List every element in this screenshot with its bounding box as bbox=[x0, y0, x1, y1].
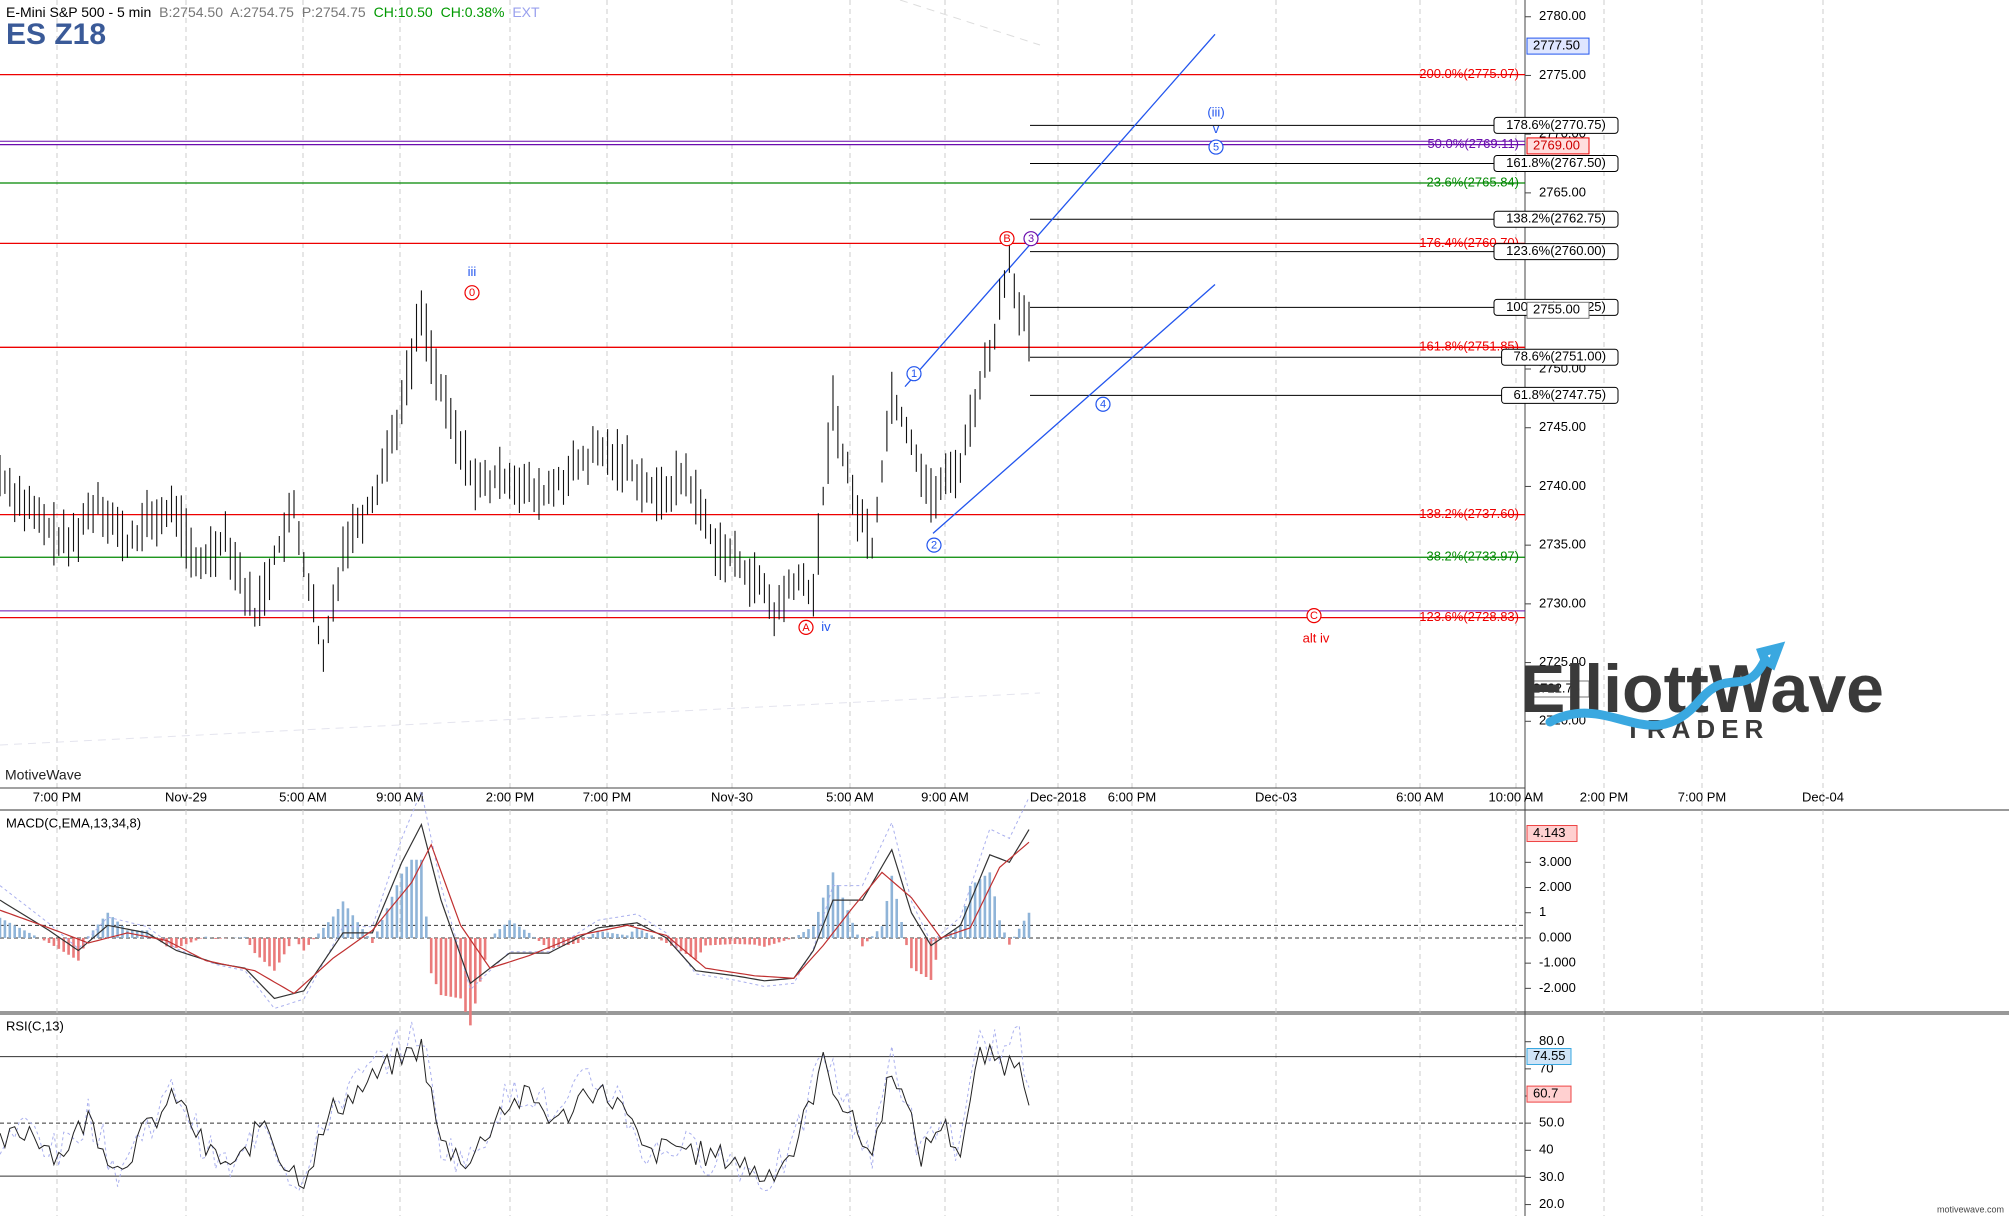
rsi-y-tick-label: 40 bbox=[1539, 1142, 1553, 1157]
x-tick-label: 6:00 AM bbox=[1396, 789, 1444, 804]
x-tick-label: Dec-2018 bbox=[1030, 789, 1086, 804]
y-tick-label: 2740.00 bbox=[1539, 478, 1586, 493]
chart-window: 7:00 PM Nov-29 5:00 AM 9:00 AM 2:00 PM 7:00 P… bbox=[0, 0, 2009, 1216]
rsi-y-tick-label: 30.0 bbox=[1539, 1169, 1564, 1184]
macd-y-tick-label: -2.000 bbox=[1539, 980, 1576, 995]
wave-label: 0 bbox=[469, 287, 475, 299]
x-tick-label: 10:00 AM bbox=[1489, 789, 1544, 804]
price-tag-label: 2769.00 bbox=[1533, 137, 1580, 152]
x-tick-label: Nov-29 bbox=[165, 789, 207, 804]
wave-label: 5 bbox=[1213, 141, 1219, 153]
fib-level-label: 38.2%(2733.97) bbox=[1426, 549, 1519, 564]
y-tick-label: 2730.00 bbox=[1539, 595, 1586, 610]
symbol-title: ES Z18 bbox=[6, 18, 107, 51]
macd-y-tick-label: -1.000 bbox=[1539, 955, 1576, 970]
watermark: MotiveWave bbox=[5, 767, 82, 783]
rsi-y-tick-label: 50.0 bbox=[1539, 1115, 1564, 1130]
y-tick-label: 2765.00 bbox=[1539, 184, 1586, 199]
price-tag-label: 2777.50 bbox=[1533, 38, 1580, 53]
x-tick-label: 5:00 AM bbox=[279, 789, 327, 804]
wave-label: alt iv bbox=[1303, 631, 1330, 646]
y-tick-label: 2775.00 bbox=[1539, 67, 1586, 82]
change-pct-value: CH:0.38% bbox=[440, 4, 505, 20]
wave-label: 4 bbox=[1100, 399, 1106, 411]
y-tick-label: 2780.00 bbox=[1539, 8, 1586, 23]
wave-label: A bbox=[802, 622, 810, 634]
x-tick-label: 2:00 PM bbox=[486, 789, 534, 804]
x-tick-label: 6:00 PM bbox=[1108, 789, 1156, 804]
rsi-value-tag-label: 60.7 bbox=[1533, 1086, 1558, 1101]
wave-label: C bbox=[1310, 610, 1318, 622]
x-tick-label: 9:00 AM bbox=[376, 789, 424, 804]
x-tick-label: 5:00 AM bbox=[826, 789, 874, 804]
wave-label: v bbox=[1213, 121, 1220, 136]
x-tick-label: Dec-04 bbox=[1802, 789, 1844, 804]
fib-extension-label: 123.6%(2760.00) bbox=[1506, 243, 1606, 258]
fib-extension-label: 78.6%(2751.00) bbox=[1514, 349, 1607, 364]
x-tick-label: 9:00 AM bbox=[921, 789, 969, 804]
price-tag-label: 2755.00 bbox=[1533, 302, 1580, 317]
fib-level-label: 200.0%(2775.07) bbox=[1419, 66, 1519, 81]
y-tick-label: 2735.00 bbox=[1539, 537, 1586, 552]
macd-y-tick-label: 3.000 bbox=[1539, 854, 1572, 869]
x-tick-label: Dec-03 bbox=[1255, 789, 1297, 804]
fib-level-label: 50.0%(2769.11) bbox=[1427, 136, 1519, 151]
rsi-y-tick-label: 80.0 bbox=[1539, 1033, 1564, 1048]
x-tick-label: 7:00 PM bbox=[33, 789, 81, 804]
price-value: P:2754.75 bbox=[301, 4, 366, 20]
fib-level-label: 138.2%(2737.60) bbox=[1419, 506, 1519, 521]
chart-svg[interactable]: 7:00 PM Nov-29 5:00 AM 9:00 AM 2:00 PM 7:00 P… bbox=[0, 0, 2009, 1216]
ask-value: A:2754.75 bbox=[230, 4, 294, 20]
x-tick-label: 7:00 PM bbox=[583, 789, 631, 804]
macd-value-tag-label: 4.143 bbox=[1533, 825, 1566, 840]
fib-extension-label: 161.8%(2767.50) bbox=[1506, 155, 1606, 170]
fib-level-label: 23.6%(2765.84) bbox=[1426, 174, 1519, 189]
macd-y-tick-label: 0.000 bbox=[1539, 929, 1572, 944]
wave-label: B bbox=[1003, 233, 1010, 245]
wave-label: iii bbox=[468, 264, 477, 279]
wave-label: (iii) bbox=[1207, 104, 1224, 119]
footer-brand: motivewave.com bbox=[1937, 1204, 2004, 1214]
rsi-value-tag-label: 74.55 bbox=[1533, 1048, 1566, 1063]
macd-y-tick-label: 2.000 bbox=[1539, 879, 1572, 894]
rsi-title: RSI(C,13) bbox=[6, 1018, 64, 1033]
y-tick-label: 2745.00 bbox=[1539, 419, 1586, 434]
x-tick-label: 2:00 PM bbox=[1580, 789, 1628, 804]
fib-extension-label: 61.8%(2747.75) bbox=[1514, 387, 1607, 402]
x-tick-label: 7:00 PM bbox=[1678, 789, 1726, 804]
macd-y-tick-label: 1 bbox=[1539, 904, 1546, 919]
fib-extension-label: 138.2%(2762.75) bbox=[1506, 211, 1606, 226]
fib-extension-label: 178.6%(2770.75) bbox=[1506, 117, 1606, 132]
rsi-y-tick-label: 20.0 bbox=[1539, 1196, 1564, 1211]
macd-title: MACD(C,EMA,13,34,8) bbox=[6, 815, 141, 830]
wave-label: 2 bbox=[931, 540, 937, 552]
wave-label: iv bbox=[821, 619, 831, 634]
wave-label: 1 bbox=[911, 368, 917, 380]
ext-label[interactable]: EXT bbox=[512, 4, 539, 20]
x-tick-label: Nov-30 bbox=[711, 789, 753, 804]
bid-value: B:2754.50 bbox=[159, 4, 223, 20]
change-value: CH:10.50 bbox=[373, 4, 433, 20]
wave-label: 3 bbox=[1028, 233, 1034, 245]
